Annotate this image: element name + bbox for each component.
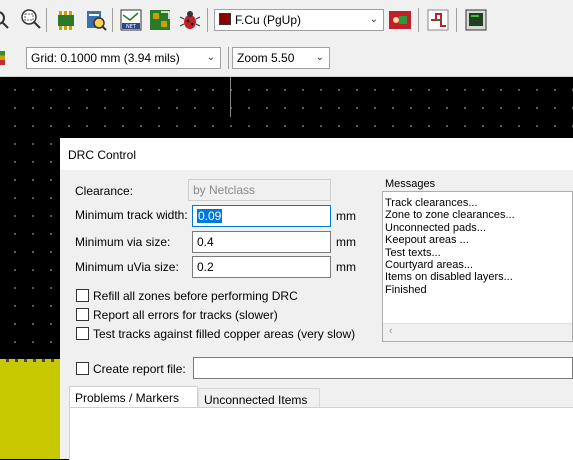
grid-select-label: Grid: 0.1000 mm (3.94 mils) xyxy=(31,51,180,65)
layer-select[interactable]: F.Cu (PgUp) ⌄ xyxy=(214,9,384,31)
unit-label: mm xyxy=(336,260,356,274)
scripting-console-icon[interactable] xyxy=(463,7,489,33)
min-via-size-value: 0.4 xyxy=(197,235,214,249)
message-line: Unconnected pads... xyxy=(385,221,486,234)
message-line: Track clearances... xyxy=(385,197,478,209)
report-all-errors-label: Report all errors for tracks (slower) xyxy=(93,308,278,322)
messages-title: Messages xyxy=(385,178,436,190)
unit-label: mm xyxy=(336,209,356,223)
clearance-label: Clearance: xyxy=(75,184,134,198)
toolbar-separator xyxy=(418,8,419,32)
min-track-width-value: 0.09 xyxy=(197,209,223,223)
test-tracks-checkbox[interactable] xyxy=(76,327,89,340)
footprint-icon[interactable] xyxy=(53,7,79,33)
create-report-checkbox[interactable] xyxy=(76,362,89,375)
netlist-icon[interactable]: NET xyxy=(118,7,144,33)
layer-color-swatch xyxy=(219,13,231,25)
toolbar-separator xyxy=(207,8,208,32)
toolbar-grip xyxy=(0,51,5,65)
message-line: Courtyard areas... xyxy=(385,259,474,272)
main-toolbar: NET F.Cu (PgUp) ⌄ xyxy=(0,0,573,41)
messages-box[interactable]: Track clearances... Zone to zone clearan… xyxy=(382,191,573,342)
min-uvia-size-value: 0.2 xyxy=(197,260,214,274)
message-line: Keepout areas ... xyxy=(385,234,469,247)
dialog-titlebar[interactable]: DRC Control xyxy=(60,138,573,170)
message-line: Zone to zone clearances... xyxy=(385,209,515,222)
toolbar-separator xyxy=(456,8,457,32)
inspect-icon[interactable] xyxy=(83,7,109,33)
horizontal-scrollbar[interactable]: ‹ xyxy=(383,323,572,341)
layer-pair-icon[interactable] xyxy=(387,7,413,33)
svg-text:NET: NET xyxy=(126,24,137,30)
test-tracks-label: Test tracks against filled copper areas … xyxy=(93,327,356,341)
crosshair-cursor xyxy=(230,77,231,117)
min-track-width-label: Minimum track width: xyxy=(75,208,188,222)
microwave-icon[interactable] xyxy=(425,7,451,33)
toolbar-separator xyxy=(46,8,47,32)
layer-select-label: F.Cu (PgUp) xyxy=(235,13,302,27)
refill-zones-label: Refill all zones before performing DRC xyxy=(93,289,298,303)
scroll-left-icon[interactable]: ‹ xyxy=(389,325,393,337)
zoom-select[interactable]: Zoom 5.50 ⌄ xyxy=(232,47,330,69)
options-toolbar: Grid: 0.1000 mm (3.94 mils) ⌄ Zoom 5.50 … xyxy=(0,41,573,77)
clearance-field: by Netclass xyxy=(188,179,331,201)
zoom-icon[interactable] xyxy=(0,7,14,33)
zoom-selection-icon[interactable] xyxy=(18,7,44,33)
tab-problems-markers[interactable]: Problems / Markers (0) xyxy=(69,386,198,427)
create-report-label: Create report file: xyxy=(93,362,186,376)
report-all-errors-checkbox[interactable] xyxy=(76,308,89,321)
copper-zone xyxy=(0,362,62,459)
messages-list: Track clearances... Zone to zone clearan… xyxy=(383,192,572,296)
toolbar-separator xyxy=(112,8,113,32)
report-file-input[interactable] xyxy=(193,357,573,379)
unit-label: mm xyxy=(336,235,356,249)
grid-select[interactable]: Grid: 0.1000 mm (3.94 mils) ⌄ xyxy=(26,47,221,69)
chevron-down-icon: ⌄ xyxy=(315,52,324,63)
dialog-title: DRC Control xyxy=(68,148,137,162)
update-pcb-icon[interactable] xyxy=(147,7,173,33)
zoom-select-label: Zoom 5.50 xyxy=(237,51,295,65)
chevron-down-icon: ⌄ xyxy=(206,52,215,63)
refill-zones-checkbox[interactable] xyxy=(76,289,89,302)
min-via-size-input[interactable]: 0.4 xyxy=(192,231,331,253)
min-uvia-size-input[interactable]: 0.2 xyxy=(192,256,331,278)
markers-list-panel[interactable] xyxy=(69,407,573,460)
clearance-value: by Netclass xyxy=(193,183,256,197)
toolbar-separator xyxy=(228,47,229,69)
drc-bug-icon[interactable] xyxy=(177,7,203,33)
min-via-size-label: Minimum via size: xyxy=(75,235,171,249)
message-line: Items on disabled layers... xyxy=(385,271,513,284)
message-line: Test texts... xyxy=(385,246,441,259)
message-line: Finished xyxy=(385,283,427,296)
min-uvia-size-label: Minimum uVia size: xyxy=(75,260,179,274)
min-track-width-input[interactable]: 0.09 xyxy=(192,205,331,227)
drc-dialog: DRC Control Clearance: by Netclass Minim… xyxy=(60,138,573,460)
chevron-down-icon: ⌄ xyxy=(369,14,378,25)
